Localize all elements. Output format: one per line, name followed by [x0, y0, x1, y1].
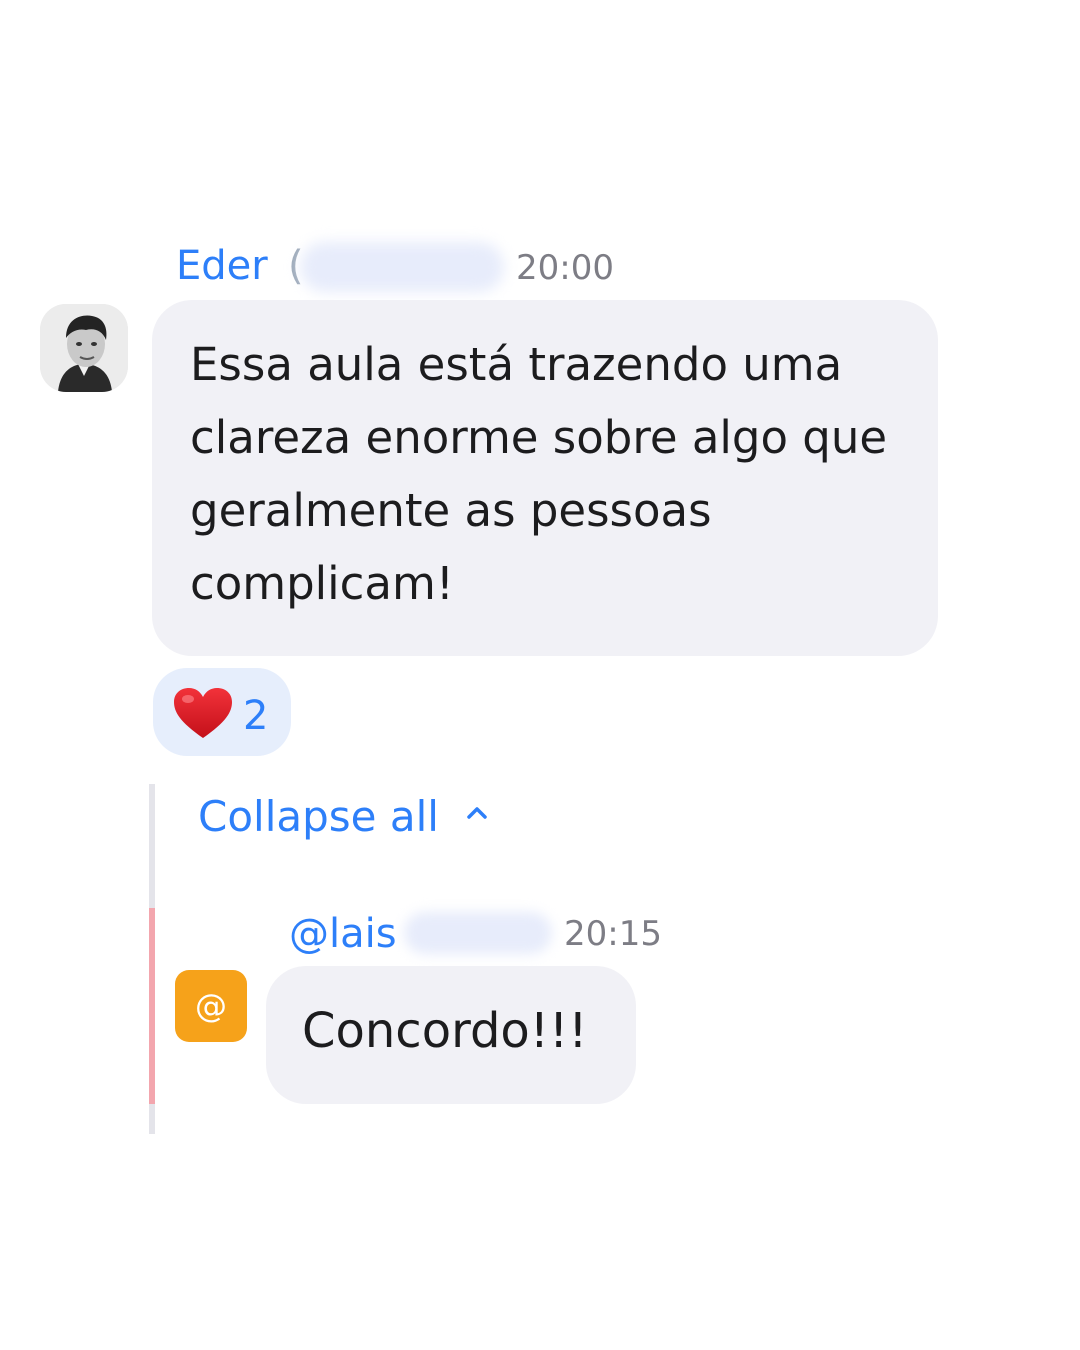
thread-line-accent [149, 908, 155, 1104]
heart-icon [172, 686, 234, 740]
avatar[interactable] [40, 304, 128, 392]
redacted-name-blur [404, 912, 552, 954]
reply-sender-name[interactable]: @lais [289, 908, 397, 960]
sender-name[interactable]: Eder [176, 240, 268, 292]
reply-timestamp: 20:15 [564, 914, 662, 954]
redacted-name-blur [300, 242, 504, 292]
reaction-count: 2 [243, 693, 269, 739]
message-text: Essa aula está trazendo uma clareza enor… [190, 338, 888, 610]
chevron-up-icon[interactable] [462, 798, 492, 828]
collapse-all-button[interactable]: Collapse all [198, 790, 439, 844]
reply-text: Concordo!!! [302, 1003, 588, 1059]
mention-avatar[interactable]: @ [175, 970, 247, 1042]
message-timestamp: 20:00 [516, 248, 614, 288]
